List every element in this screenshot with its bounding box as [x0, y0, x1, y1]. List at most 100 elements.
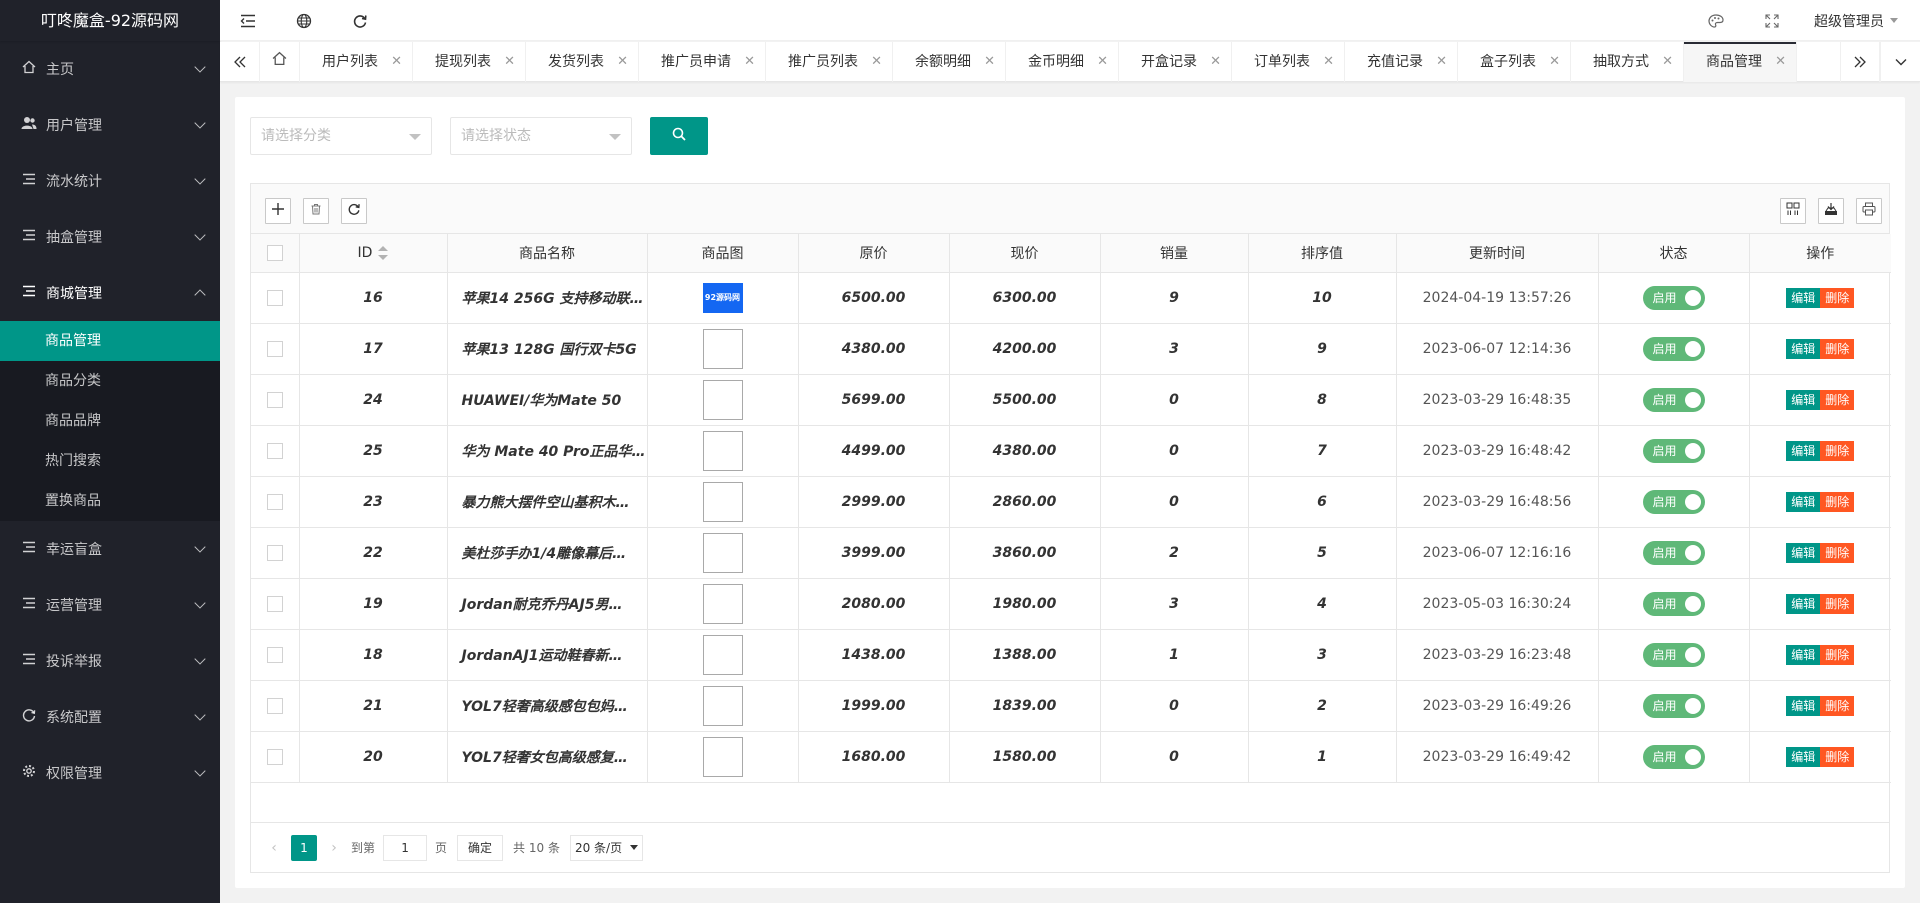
close-icon[interactable]: ✕ — [504, 42, 515, 82]
edit-button[interactable]: 编辑 — [1786, 746, 1821, 767]
tab-draw-method[interactable]: 抽取方式 ✕ — [1571, 42, 1684, 82]
row-checkbox[interactable] — [266, 289, 283, 306]
globe-icon[interactable] — [276, 0, 332, 41]
collapse-menu-icon[interactable] — [220, 0, 276, 41]
row-checkbox[interactable] — [266, 340, 283, 357]
close-icon[interactable]: ✕ — [1436, 42, 1447, 82]
row-checkbox[interactable] — [266, 646, 283, 663]
edit-button[interactable]: 编辑 — [1786, 542, 1821, 563]
close-icon[interactable]: ✕ — [1210, 42, 1221, 82]
sidebar-item-lucky-box[interactable]: 幸运盲盒 — [0, 521, 220, 577]
row-checkbox[interactable] — [266, 697, 283, 714]
edit-button[interactable]: 编辑 — [1786, 287, 1821, 308]
sidebar-item-mall-manage[interactable]: 商城管理 — [0, 265, 220, 321]
status-toggle[interactable]: 启用 — [1642, 336, 1705, 361]
sidebar-subitem-exchange-product[interactable]: 置换商品 — [0, 481, 220, 521]
tab-box-list[interactable]: 盒子列表 ✕ — [1458, 42, 1571, 82]
sort-icon[interactable] — [378, 245, 389, 260]
product-thumbnail[interactable]: 92源码网 — [702, 282, 743, 313]
goto-confirm-button[interactable]: 确定 — [457, 834, 504, 861]
product-thumbnail[interactable] — [702, 634, 743, 675]
status-toggle[interactable]: 启用 — [1642, 387, 1705, 412]
delete-button[interactable]: 删除 — [1820, 287, 1855, 308]
edit-button[interactable]: 编辑 — [1786, 389, 1821, 410]
refresh-table-button[interactable] — [341, 198, 367, 224]
delete-button[interactable]: 删除 — [1820, 389, 1855, 410]
product-thumbnail[interactable] — [702, 328, 743, 369]
row-checkbox[interactable] — [266, 748, 283, 765]
tab-coin-detail[interactable]: 金币明细 ✕ — [1006, 42, 1119, 82]
tabs-dropdown-icon[interactable] — [1880, 42, 1920, 82]
product-thumbnail[interactable] — [702, 481, 743, 522]
row-checkbox[interactable] — [266, 442, 283, 459]
product-thumbnail[interactable] — [702, 736, 743, 777]
delete-button[interactable]: 删除 — [1820, 338, 1855, 359]
tab-user-list[interactable]: 用户列表 ✕ — [300, 42, 413, 82]
edit-button[interactable]: 编辑 — [1786, 644, 1821, 665]
tab-order-list[interactable]: 订单列表 ✕ — [1232, 42, 1345, 82]
product-thumbnail[interactable] — [702, 430, 743, 471]
sidebar-subitem-product-manage[interactable]: 商品管理 — [0, 321, 220, 361]
page-number-input[interactable]: 1 — [383, 834, 428, 861]
tab-promoter-apply[interactable]: 推广员申请 ✕ — [639, 42, 766, 82]
delete-button[interactable]: 删除 — [1820, 695, 1855, 716]
row-checkbox[interactable] — [266, 391, 283, 408]
sidebar-item-operations[interactable]: 运营管理 — [0, 577, 220, 633]
tabs-scroll-right-icon[interactable] — [1840, 42, 1880, 82]
edit-button[interactable]: 编辑 — [1786, 593, 1821, 614]
status-toggle[interactable]: 启用 — [1642, 744, 1705, 769]
print-button[interactable] — [1856, 198, 1882, 224]
delete-button[interactable]: 删除 — [1820, 491, 1855, 512]
status-toggle[interactable]: 启用 — [1642, 489, 1705, 514]
status-toggle[interactable]: 启用 — [1642, 285, 1705, 310]
status-toggle[interactable]: 启用 — [1642, 642, 1705, 667]
columns-filter-button[interactable] — [1780, 198, 1806, 224]
close-icon[interactable]: ✕ — [1549, 42, 1560, 82]
prev-page-icon[interactable]: ‹ — [261, 835, 287, 861]
col-id[interactable]: ID — [299, 234, 448, 273]
sidebar-item-flow-stats[interactable]: 流水统计 — [0, 153, 220, 209]
delete-button[interactable]: 删除 — [1820, 644, 1855, 665]
status-select[interactable]: 请选择状态 — [450, 117, 632, 155]
product-thumbnail[interactable] — [702, 583, 743, 624]
sidebar-subitem-product-category[interactable]: 商品分类 — [0, 361, 220, 401]
edit-button[interactable]: 编辑 — [1786, 338, 1821, 359]
status-toggle[interactable]: 启用 — [1642, 693, 1705, 718]
close-icon[interactable]: ✕ — [1097, 42, 1108, 82]
product-thumbnail[interactable] — [702, 379, 743, 420]
product-thumbnail[interactable] — [702, 685, 743, 726]
status-toggle[interactable]: 启用 — [1642, 591, 1705, 616]
sidebar-subitem-hot-search[interactable]: 热门搜索 — [0, 441, 220, 481]
batch-delete-button[interactable] — [303, 198, 329, 224]
page-1-button[interactable]: 1 — [291, 834, 317, 861]
edit-button[interactable]: 编辑 — [1786, 491, 1821, 512]
tab-shipping-list[interactable]: 发货列表 ✕ — [526, 42, 639, 82]
delete-button[interactable]: 删除 — [1820, 746, 1855, 767]
tab-product-manage[interactable]: 商品管理 ✕ — [1684, 42, 1797, 82]
sidebar-item-box-manage[interactable]: 抽盒管理 — [0, 209, 220, 265]
close-icon[interactable]: ✕ — [1662, 42, 1673, 82]
select-all-checkbox[interactable] — [266, 244, 283, 261]
close-icon[interactable]: ✕ — [871, 42, 882, 82]
close-icon[interactable]: ✕ — [1775, 42, 1786, 82]
delete-button[interactable]: 删除 — [1820, 542, 1855, 563]
category-select[interactable]: 请选择分类 — [250, 117, 432, 155]
refresh-icon[interactable] — [332, 0, 388, 41]
fullscreen-icon[interactable] — [1744, 0, 1800, 41]
edit-button[interactable]: 编辑 — [1786, 440, 1821, 461]
edit-button[interactable]: 编辑 — [1786, 695, 1821, 716]
close-icon[interactable]: ✕ — [984, 42, 995, 82]
theme-icon[interactable] — [1688, 0, 1744, 41]
tab-open-box-record[interactable]: 开盒记录 ✕ — [1119, 42, 1232, 82]
tab-balance-detail[interactable]: 余额明细 ✕ — [893, 42, 1006, 82]
product-thumbnail[interactable] — [702, 532, 743, 573]
status-toggle[interactable]: 启用 — [1642, 438, 1705, 463]
delete-button[interactable]: 删除 — [1820, 593, 1855, 614]
close-icon[interactable]: ✕ — [391, 42, 402, 82]
row-checkbox[interactable] — [266, 544, 283, 561]
tab-withdraw-list[interactable]: 提现列表 ✕ — [413, 42, 526, 82]
row-checkbox[interactable] — [266, 595, 283, 612]
export-button[interactable] — [1818, 198, 1844, 224]
tab-promoter-list[interactable]: 推广员列表 ✕ — [766, 42, 893, 82]
close-icon[interactable]: ✕ — [617, 42, 628, 82]
